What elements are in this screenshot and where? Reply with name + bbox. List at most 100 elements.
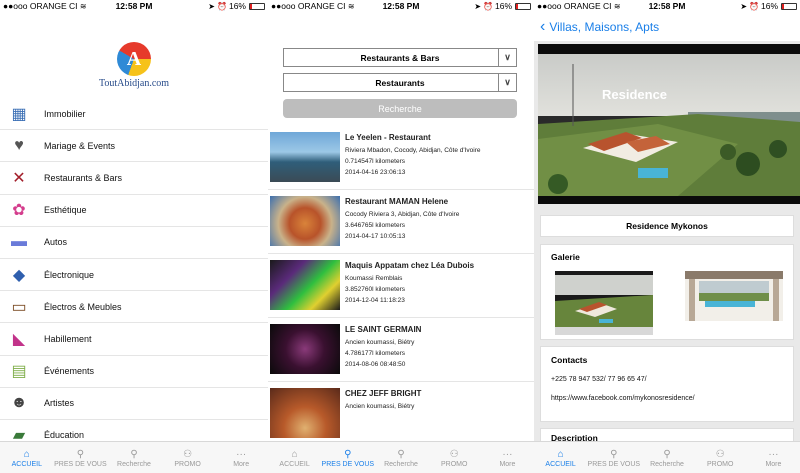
property-name-card: Residence Mykonos (540, 215, 794, 237)
result-address: Koumassi Remblais (345, 275, 403, 282)
back-button[interactable]: Villas, Maisons, Apts (549, 20, 659, 34)
tab-promo[interactable]: ⚇ PROMO (694, 442, 747, 473)
location-icon: ➤ (740, 2, 748, 11)
result-address: Ancien koumassi, Biétry (345, 339, 415, 346)
category-item[interactable]: ◣ Habillement (0, 323, 268, 356)
wifi-icon: ≋ (613, 2, 621, 11)
furniture-icon: ▭ (11, 298, 27, 316)
result-item[interactable]: CHEZ JEFF BRIGHT Ancien koumassi, Biétry (268, 382, 534, 446)
gallery-photo-2 (685, 271, 783, 321)
category-label: Habillement (44, 333, 92, 344)
category-item[interactable]: ♥ Mariage & Events (0, 130, 268, 163)
hero-image[interactable]: Residence (538, 44, 800, 204)
search-icon: ⚲ (130, 448, 138, 460)
tab-label: PROMO (706, 460, 734, 468)
tab-recherche[interactable]: ⚲ Recherche (374, 442, 427, 473)
battery-icon (781, 3, 798, 10)
location-icon: ➤ (474, 2, 482, 11)
wifi-icon: ≋ (347, 2, 355, 11)
tab-label: More (233, 460, 250, 468)
contact-website[interactable]: https://www.facebook.com/mykonosresidenc… (551, 395, 783, 402)
tab-more[interactable]: ··· More (747, 442, 800, 473)
tab-recherche[interactable]: ⚲ Recherche (107, 442, 161, 473)
tab-promo[interactable]: ⚇ PROMO (161, 442, 215, 473)
category-item[interactable]: ▭ Électros & Meubles (0, 291, 268, 324)
result-item[interactable]: Maquis Appatam chez Léa Dubois Koumassi R… (268, 254, 534, 318)
category-item[interactable]: ▬ Autos (0, 227, 268, 259)
category-item[interactable]: ✕ Restaurants & Bars (0, 162, 268, 195)
result-date: 2014-08-06 08:48:50 (345, 361, 406, 368)
status-bar: ●●ooo ORANGE CI ≋ 12:58 PM ➤ ⏰ 16% (534, 0, 800, 13)
result-address: Cocody Riviera 3, Abidjan, Côte d'Ivoire (345, 211, 460, 218)
more-dots-icon: ··· (768, 448, 779, 460)
villa-aerial-photo: Residence (538, 44, 800, 204)
tab-accueil[interactable]: ⌂ ACCUEIL (534, 442, 587, 473)
alarm-icon: ⏰ (749, 2, 759, 11)
wedding-couple-icon: ♥ (14, 136, 24, 154)
nav-bar: ‹ Villas, Maisons, Apts (534, 13, 800, 41)
signal-dots: ●●ooo (3, 1, 28, 11)
wifi-icon: ≋ (79, 2, 87, 11)
tab-more[interactable]: ··· More (214, 442, 268, 473)
category-label: Restaurants & Bars (44, 172, 123, 183)
tab-bar: ⌂ ACCUEIL ⚲ PRES DE VOUS ⚲ Recherche ⚇ PROMO ···… (0, 441, 268, 473)
category-label: Événements (44, 366, 95, 377)
category-item[interactable]: ▤ Événements (0, 356, 268, 388)
location-pin-icon: ⚲ (344, 448, 352, 460)
tab-pres-de-vous[interactable]: ⚲ PRES DE VOUS (587, 442, 641, 473)
result-date: 2014-04-16 23:06:13 (345, 169, 406, 176)
artist-icon: ☻ (10, 394, 28, 412)
result-distance: 0.714547l kilometers (345, 158, 405, 165)
battery-icon (515, 3, 532, 10)
tab-pres-de-vous[interactable]: ⚲ PRES DE VOUS (321, 442, 375, 473)
result-thumbnail (270, 388, 340, 438)
property-detail-screen: ●●ooo ORANGE CI ≋ 12:58 PM ➤ ⏰ 16% ‹ Villa… (534, 0, 800, 473)
home-icon: ⌂ (23, 448, 30, 460)
tab-recherche[interactable]: ⚲ Recherche (640, 442, 693, 473)
result-name: CHEZ JEFF BRIGHT (345, 389, 422, 398)
category-select[interactable]: Restaurants & Bars ∨ (283, 48, 517, 67)
status-bar: ●●ooo ORANGE CI ≋ 12:58 PM ➤ ⏰ 16% (0, 0, 268, 13)
gallery-thumb-1[interactable] (555, 271, 653, 335)
category-item[interactable]: ▦ Immobilier (0, 98, 268, 131)
result-info: LE SAINT GERMAIN Ancien koumassi, Biétry 4… (345, 324, 421, 370)
result-item[interactable]: Le Yeelen - Restaurant Riviera Mbadon, Co… (268, 126, 534, 190)
property-name: Residence Mykonos (626, 221, 708, 231)
location-pin-icon: ⚲ (76, 448, 85, 460)
more-dots-icon: ··· (502, 448, 513, 460)
app-logo: A ToutAbidjan.com (0, 42, 268, 94)
result-date: 2014-04-17 10:05:13 (345, 233, 406, 240)
tab-pres-de-vous[interactable]: ⚲ PRES DE VOUS (54, 442, 108, 473)
tab-label: PRES DE VOUS (587, 460, 641, 468)
result-item[interactable]: Restaurant MAMAN Helene Cocody Riviera 3,… (268, 190, 534, 254)
status-bar: ●●ooo ORANGE CI ≋ 12:58 PM ➤ ⏰ 16% (268, 0, 534, 13)
electronics-icon: ◆ (12, 266, 26, 284)
tab-label: Recherche (384, 460, 418, 468)
tab-label: PROMO (440, 460, 468, 468)
category-item[interactable]: ☻ Artistes (0, 388, 268, 420)
result-address: Ancien koumassi, Biétry (345, 403, 415, 410)
result-date: 2014-12-04 11:18:23 (345, 297, 405, 304)
more-dots-icon: ··· (236, 448, 247, 460)
clock: 12:58 PM (115, 1, 153, 11)
tab-bar: ⌂ ACCUEIL ⚲ PRES DE VOUS ⚲ Recherche ⚇ PROMO ···… (268, 441, 534, 473)
chevron-down-icon[interactable]: ∨ (498, 49, 516, 66)
tab-accueil[interactable]: ⌂ ACCUEIL (0, 442, 54, 473)
result-item[interactable]: LE SAINT GERMAIN Ancien koumassi, Biétry 4… (268, 318, 534, 382)
category-label: Électros & Meubles (44, 301, 122, 312)
subcategory-select[interactable]: Restaurants ∨ (283, 73, 517, 92)
search-button[interactable]: Recherche (283, 99, 517, 118)
tab-promo[interactable]: ⚇ PROMO (428, 442, 481, 473)
chevron-down-icon[interactable]: ∨ (498, 74, 516, 91)
category-item[interactable]: ✿ Esthétique (0, 195, 268, 227)
gallery-card: Galerie (540, 244, 794, 340)
shoe-icon: ◣ (12, 330, 26, 348)
logo-text: ToutAbidjan.com (98, 78, 170, 89)
tab-more[interactable]: ··· More (481, 442, 534, 473)
gallery-thumb-2[interactable] (685, 271, 783, 321)
tab-accueil[interactable]: ⌂ ACCUEIL (268, 442, 321, 473)
result-name: Restaurant MAMAN Helene (345, 197, 449, 206)
category-item[interactable]: ◆ Électronique (0, 259, 268, 292)
back-chevron-icon[interactable]: ‹ (540, 19, 545, 35)
contact-phone[interactable]: +225 78 947 532/ 77 96 65 47/ (551, 376, 783, 383)
